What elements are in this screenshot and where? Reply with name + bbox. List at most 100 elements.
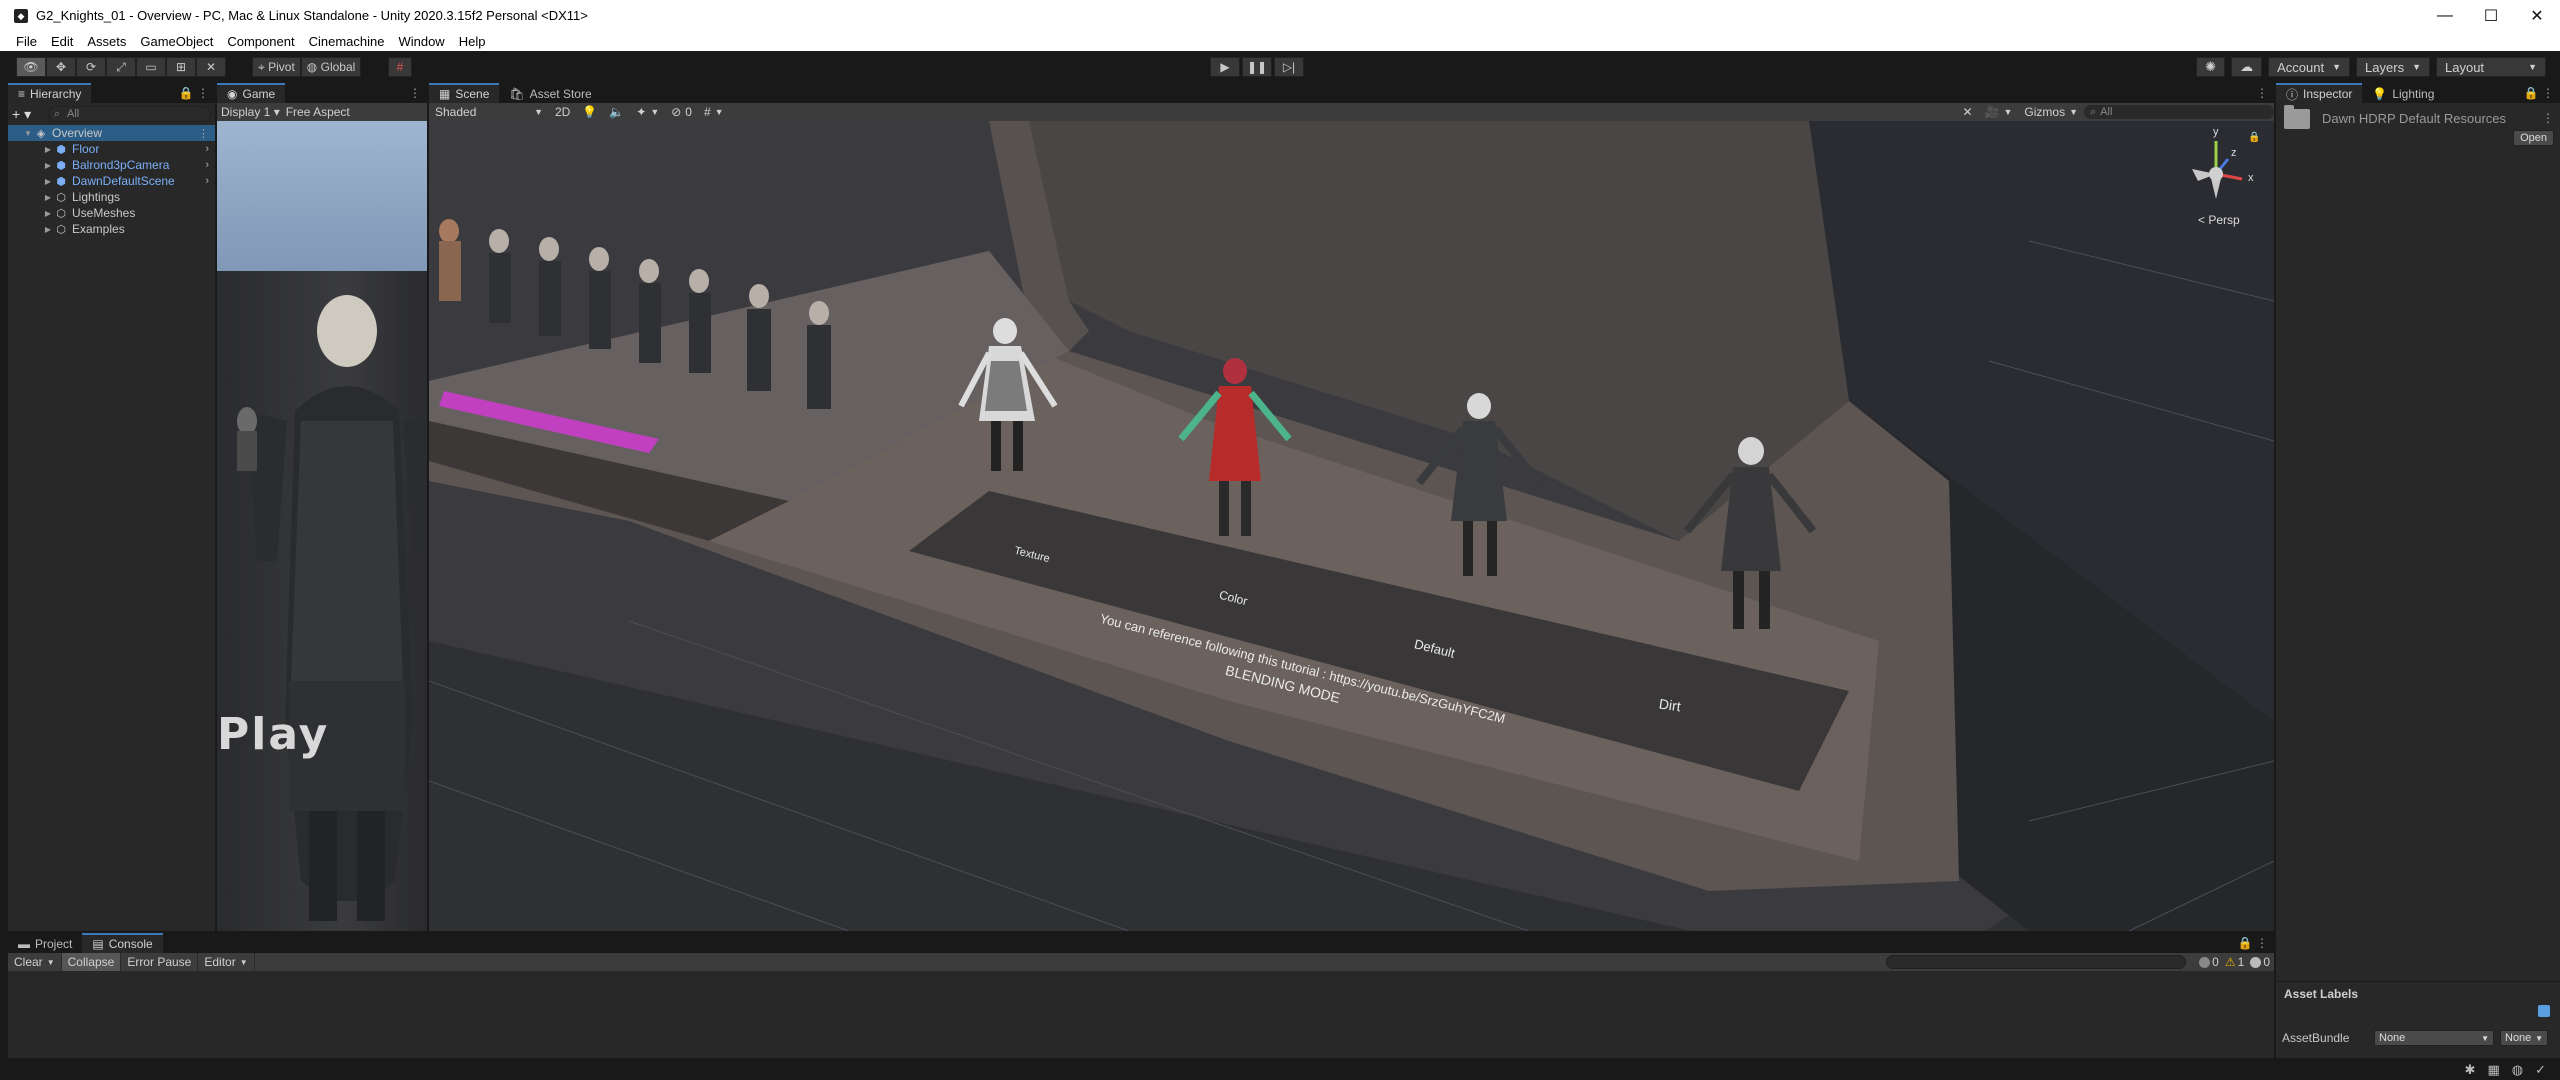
grid-dropdown[interactable]: # ▼ xyxy=(698,105,730,119)
editor-dropdown[interactable]: Editor ▼ xyxy=(198,953,255,971)
collab-button[interactable]: ✺ xyxy=(2196,57,2226,77)
tab-inspector[interactable]: ⓘ Inspector xyxy=(2276,83,2363,103)
fold-closed-icon[interactable]: ▶ xyxy=(42,161,54,170)
cache-server-icon[interactable]: ◍ xyxy=(2512,1062,2523,1078)
console-toolbar: Clear ▼ Collapse Error Pause Editor ▼ 0 ⚠ 1… xyxy=(8,953,2274,971)
layout-dropdown[interactable]: Layout ▼ xyxy=(2436,57,2546,77)
aspect-dropdown[interactable]: Free Aspect xyxy=(286,105,350,119)
menu-window[interactable]: Window xyxy=(398,34,444,49)
error-pause-button[interactable]: Error Pause xyxy=(121,953,199,971)
clear-dropdown[interactable]: Clear ▼ xyxy=(8,953,62,971)
step-button[interactable]: ▷| xyxy=(1274,57,1304,77)
open-button[interactable]: Open xyxy=(2513,130,2554,146)
minimize-icon[interactable]: — xyxy=(2422,0,2468,31)
fold-closed-icon[interactable]: ▶ xyxy=(42,145,54,154)
scene-search-input[interactable]: ⌕ All xyxy=(2084,105,2274,119)
menu-edit[interactable]: Edit xyxy=(51,34,73,49)
maximize-icon[interactable]: ☐ xyxy=(2468,0,2514,31)
view-tool-eye-icon[interactable]: 👁 xyxy=(16,57,46,77)
hierarchy-item-dawndefaultscene[interactable]: ▶ ⬢ DawnDefaultScene › xyxy=(8,173,215,189)
fold-closed-icon[interactable]: ▶ xyxy=(42,193,54,202)
menu-assets[interactable]: Assets xyxy=(87,34,126,49)
tab-scene[interactable]: ▦ Scene xyxy=(429,83,500,103)
move-tool-icon[interactable]: ✥ xyxy=(46,57,76,77)
panel-lock-menu-icon[interactable]: 🔒 ⋮ xyxy=(179,86,209,100)
menu-cinemachine[interactable]: Cinemachine xyxy=(309,34,385,49)
menu-component[interactable]: Component xyxy=(227,34,294,49)
rect-tool-icon[interactable]: ▭ xyxy=(136,57,166,77)
tab-console[interactable]: ▤ Console xyxy=(82,933,163,953)
shading-mode-dropdown[interactable]: Shaded ▼ xyxy=(429,105,549,119)
asset-bundle-dropdown[interactable]: None ▼ xyxy=(2374,1030,2494,1046)
hierarchy-item-floor[interactable]: ▶ ⬢ Floor › xyxy=(8,141,215,157)
tab-lighting[interactable]: 💡 Lighting xyxy=(2362,83,2445,103)
panel-lock-menu-icon[interactable]: 🔒 ⋮ xyxy=(2524,86,2554,100)
debug-bug-icon[interactable]: ✱ xyxy=(2465,1062,2476,1078)
layers-dropdown[interactable]: Layers ▼ xyxy=(2356,57,2430,77)
account-dropdown[interactable]: Account ▼ xyxy=(2268,57,2351,77)
hierarchy-item-lightings[interactable]: ▶ ⬡ Lightings xyxy=(8,189,215,205)
tab-asset-store[interactable]: 🛍 Asset Store xyxy=(499,83,602,103)
chevron-down-icon: ▼ xyxy=(650,107,660,117)
error-count-toggle[interactable]: 0 xyxy=(2250,955,2270,969)
toggle-2d-button[interactable]: 2D xyxy=(549,105,576,119)
play-overlay-text: Play xyxy=(217,709,330,760)
transform-tool-icon[interactable]: ⊞ xyxy=(166,57,196,77)
fold-open-icon[interactable]: ▼ xyxy=(22,129,34,138)
menu-gameobject[interactable]: GameObject xyxy=(140,34,213,49)
hidden-objects-toggle[interactable]: ⊘ 0 xyxy=(665,105,698,119)
panel-lock-menu-icon[interactable]: 🔒 ⋮ xyxy=(2238,936,2268,950)
label-tag-icon[interactable] xyxy=(2538,1005,2550,1017)
gizmos-dropdown[interactable]: Gizmos ▼ xyxy=(2018,105,2084,119)
panel-menu-icon[interactable]: ⋮ xyxy=(2256,86,2268,100)
custom-tool-icon[interactable]: ✕ xyxy=(196,57,226,77)
asset-menu-icon[interactable]: ⋮ xyxy=(2542,111,2554,125)
hierarchy-item-usemeshes[interactable]: ▶ ⬡ UseMeshes xyxy=(8,205,215,221)
camera-dropdown[interactable]: 🎥 ▼ xyxy=(1979,105,2019,119)
hierarchy-search-input[interactable]: All xyxy=(48,106,211,122)
asset-variant-dropdown[interactable]: None ▼ xyxy=(2500,1030,2548,1046)
fold-closed-icon[interactable]: ▶ xyxy=(42,209,54,218)
grid-snap-button[interactable]: # xyxy=(388,57,412,77)
menu-help[interactable]: Help xyxy=(459,34,486,49)
collapse-button[interactable]: Collapse xyxy=(61,953,122,971)
scale-tool-icon[interactable]: ⤢ xyxy=(106,57,136,77)
scene-viewport[interactable]: Texture Color Default Dirt You can refer… xyxy=(429,121,2274,931)
rotate-tool-icon[interactable]: ⟳ xyxy=(76,57,106,77)
tab-game[interactable]: ◉ Game xyxy=(217,83,286,103)
menu-file[interactable]: File xyxy=(16,34,37,49)
console-search-input[interactable] xyxy=(1886,955,2186,969)
scene-orientation-gizmo[interactable]: y z x 🔒 < Persp xyxy=(2176,126,2260,229)
chevron-right-icon[interactable]: › xyxy=(205,159,209,171)
global-button[interactable]: ◍ Global xyxy=(300,57,362,77)
display-dropdown[interactable]: Display 1 ▾ xyxy=(221,105,280,119)
hierarchy-scene-row[interactable]: ▼ ◈ Overview ⋮ xyxy=(8,125,215,141)
log-count-toggle[interactable]: 0 xyxy=(2199,955,2219,969)
game-viewport[interactable]: Play xyxy=(217,121,427,931)
play-button[interactable]: ▶ xyxy=(1210,57,1240,77)
warning-count-toggle[interactable]: ⚠ 1 xyxy=(2225,955,2244,969)
progress-icon[interactable]: ▦ xyxy=(2487,1062,2499,1078)
persp-label[interactable]: < Persp xyxy=(2198,213,2240,227)
scene-menu-icon[interactable]: ⋮ xyxy=(198,127,209,140)
panel-menu-icon[interactable]: ⋮ xyxy=(409,86,421,100)
check-icon[interactable]: ✓ xyxy=(2535,1062,2546,1078)
hierarchy-item-examples[interactable]: ▶ ⬡ Examples xyxy=(8,221,215,237)
chevron-right-icon[interactable]: › xyxy=(205,175,209,187)
tab-project[interactable]: ▬ Project xyxy=(8,933,83,953)
create-button[interactable]: + ▾ xyxy=(12,106,42,123)
lock-icon[interactable]: 🔒 xyxy=(2248,132,2260,143)
tools-icon[interactable]: ✕ xyxy=(1956,105,1978,119)
pause-button[interactable]: ❚❚ xyxy=(1242,57,1272,77)
pivot-button[interactable]: ⌖ Pivot xyxy=(252,57,301,77)
hierarchy-item-balrond3pcamera[interactable]: ▶ ⬢ Balrond3pCamera › xyxy=(8,157,215,173)
cloud-button[interactable]: ☁ xyxy=(2231,57,2263,77)
lighting-toggle-icon[interactable]: 💡 xyxy=(576,105,603,119)
fold-closed-icon[interactable]: ▶ xyxy=(42,225,54,234)
tab-hierarchy[interactable]: ≡ Hierarchy xyxy=(8,83,92,103)
chevron-right-icon[interactable]: › xyxy=(205,143,209,155)
fold-closed-icon[interactable]: ▶ xyxy=(42,177,54,186)
close-icon[interactable]: ✕ xyxy=(2514,0,2560,31)
effects-dropdown[interactable]: ✦ ▼ xyxy=(630,105,665,119)
audio-toggle-icon[interactable]: 🔈 xyxy=(603,105,630,119)
